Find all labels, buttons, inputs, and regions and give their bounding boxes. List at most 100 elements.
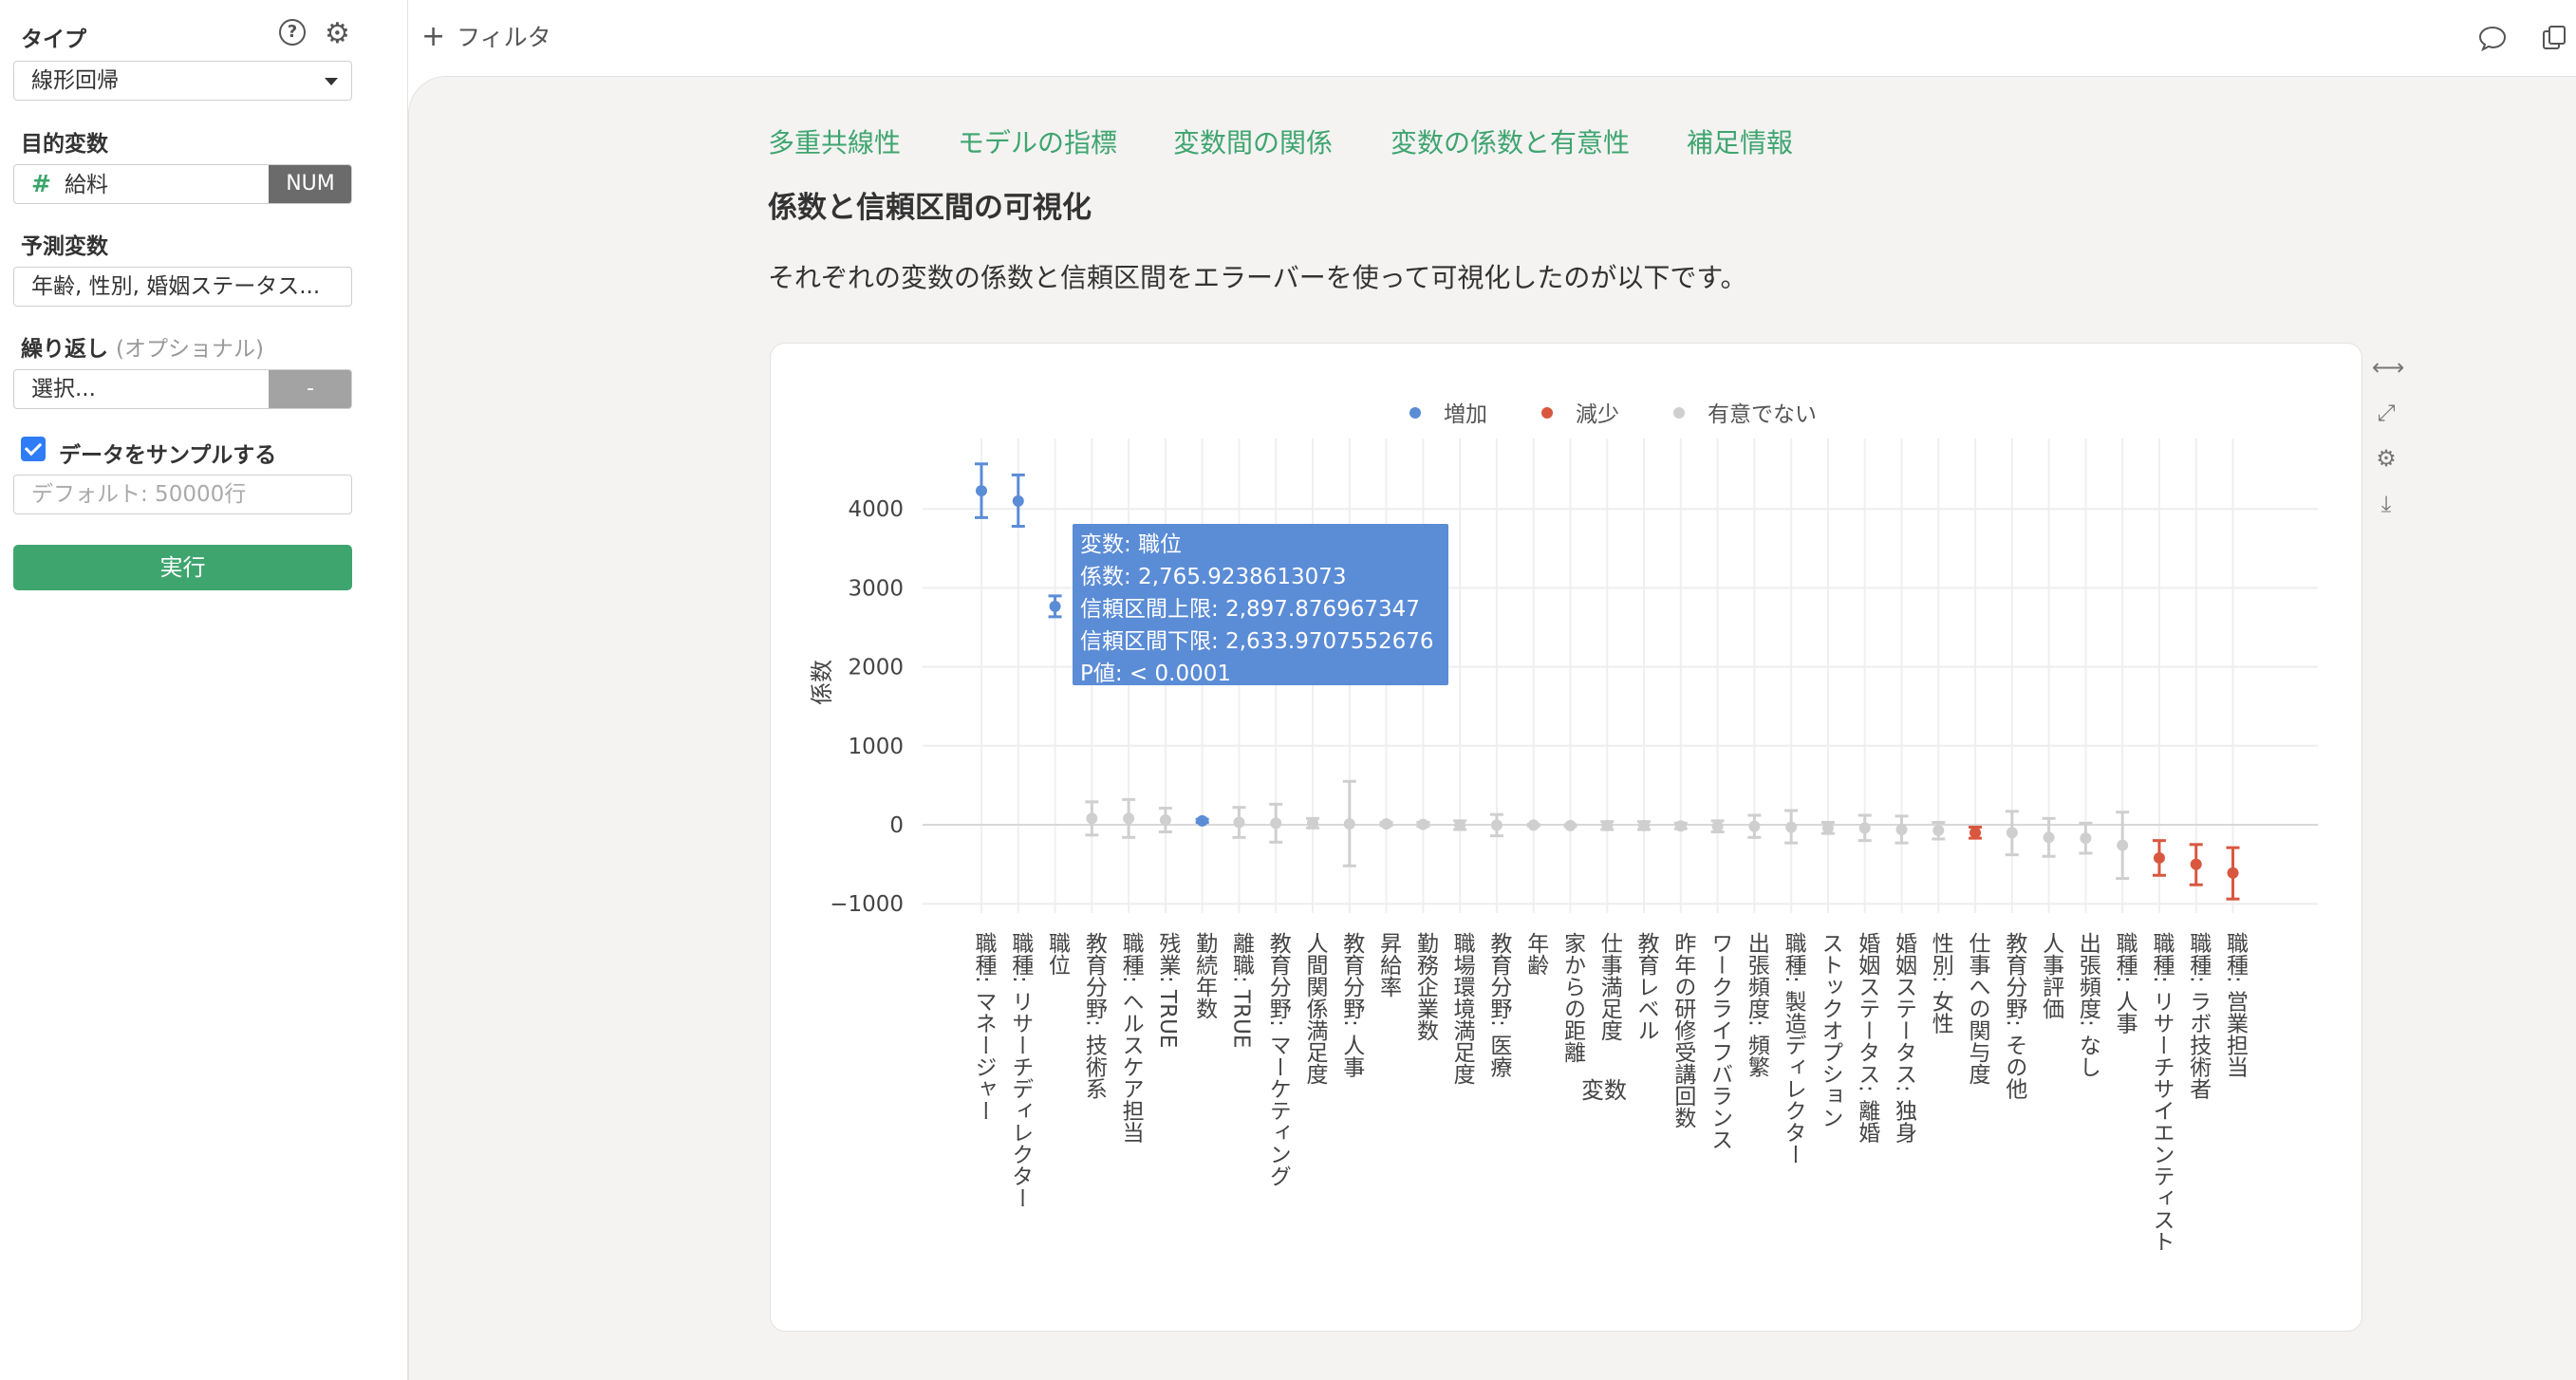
target-value: 給料	[64, 173, 108, 197]
data-point	[1748, 820, 1761, 832]
data-point	[1969, 827, 1982, 839]
x-tick-label: 教育分野: 人事	[1339, 932, 1366, 1077]
sample-checkbox[interactable]	[21, 437, 46, 461]
x-tick-label: 職種: マネージャー	[971, 932, 998, 1121]
data-point	[1086, 812, 1098, 825]
y-tick-label: 4000	[848, 497, 904, 522]
settings-icon[interactable]: ⚙	[2372, 445, 2400, 474]
x-tick-label: 出張頻度: なし	[2075, 932, 2101, 1077]
x-tick-label: 職種: 営業担当	[2223, 932, 2249, 1077]
x-tick-label: ストックオプション	[1818, 932, 1842, 1128]
data-point	[1417, 818, 1429, 830]
predictor-field[interactable]: 年齢, 性別, 婚姻ステータス...	[13, 267, 352, 307]
run-button[interactable]: 実行	[13, 545, 352, 590]
predictor-label: 予測変数	[21, 234, 108, 259]
legend-marker	[1409, 407, 1421, 419]
coefficient-chart[interactable]: 増加 減少 有意でない −1000 0 1000 2000 3000 4000 係数職種: マネー…	[771, 344, 2363, 1333]
data-point	[1159, 814, 1171, 827]
x-tick-label: 職種: ヘルスケア担当	[1118, 932, 1145, 1143]
download-icon[interactable]: ⤓	[2372, 491, 2400, 519]
repeat-label-text: 繰り返し	[21, 337, 108, 362]
data-point	[1527, 819, 1540, 831]
x-tick-label: 勤続年数	[1192, 932, 1219, 1019]
x-tick-label: 仕事への関与度	[1965, 932, 1991, 1085]
gear-icon[interactable]: ⚙	[325, 17, 350, 50]
resize-horizontal-icon[interactable]: ⟷	[2372, 354, 2404, 382]
x-tick-label: 職種: リサーチサイエンティスト	[2149, 932, 2175, 1252]
help-icon[interactable]: ?	[279, 19, 306, 46]
y-tick-label: 1000	[848, 735, 904, 759]
sample-size-input[interactable]: デフォルト: 50000行	[13, 475, 352, 514]
data-point	[1821, 822, 1834, 834]
copy-icon[interactable]	[2540, 23, 2570, 53]
sample-label: データをサンプルする	[59, 443, 277, 468]
x-tick-label: 性別: 女性	[1928, 932, 1954, 1034]
x-tick-label: 教育分野: 医療	[1486, 932, 1513, 1077]
top-bar: + フィルタ	[408, 0, 2576, 76]
tab-multicollinearity[interactable]: 多重共線性	[768, 122, 901, 160]
data-point	[1307, 817, 1319, 830]
x-tick-label: 婚姻ステータス: 独身	[1892, 932, 1918, 1143]
data-point	[1380, 818, 1392, 830]
tab-coefficients[interactable]: 変数の係数と有意性	[1391, 122, 1630, 160]
x-axis-title: 変数	[1581, 1077, 1627, 1104]
y-tick-label: 0	[889, 813, 904, 838]
data-point	[1196, 814, 1208, 827]
repeat-label: 繰り返し (オプショナル)	[21, 330, 264, 363]
data-point	[2227, 867, 2239, 879]
x-tick-label: ワークライフバランス	[1708, 932, 1733, 1150]
data-point	[2080, 832, 2092, 845]
tooltip-line: 変数: 職位	[1080, 532, 1182, 557]
numeric-hash-icon: #	[31, 170, 51, 197]
x-tick-label: 出張頻度: 頻繁	[1744, 932, 1770, 1077]
x-tick-label: 教育分野: その他	[2002, 932, 2028, 1099]
tab-model-metrics[interactable]: モデルの指標	[958, 122, 1117, 160]
data-point	[2153, 851, 2165, 864]
tooltip-line: 係数: 2,765.9238613073	[1080, 565, 1347, 589]
data-point	[1454, 819, 1466, 831]
data-point	[976, 485, 987, 497]
legend-label: 増加	[1444, 402, 1487, 427]
x-tick-label: 職種: 製造ディレクター	[1781, 932, 1807, 1165]
x-tick-label: 昨年の研修受講回数	[1671, 932, 1697, 1128]
legend-marker	[1541, 407, 1553, 419]
y-axis-title: 係数	[809, 660, 835, 705]
data-point	[1490, 819, 1503, 831]
data-point	[1270, 817, 1282, 830]
x-tick-label: 教育レベル	[1633, 932, 1660, 1041]
x-tick-label: 勤務企業数	[1412, 932, 1439, 1041]
repeat-select[interactable]: 選択... -	[13, 369, 352, 409]
legend-marker	[1673, 407, 1685, 419]
data-point	[2190, 858, 2202, 870]
type-select[interactable]: 線形回帰	[13, 61, 352, 101]
comment-icon[interactable]	[2477, 23, 2508, 53]
x-tick-label: 職場環境満足度	[1449, 932, 1476, 1085]
x-tick-label: 昇給率	[1376, 932, 1403, 998]
x-tick-label: 年齢	[1523, 932, 1549, 976]
data-point	[2006, 827, 2018, 839]
y-tick-label: −1000	[830, 892, 904, 917]
y-tick-label: 3000	[848, 576, 904, 601]
plus-icon: +	[421, 20, 446, 53]
tab-variable-relations[interactable]: 変数間の関係	[1173, 122, 1333, 160]
x-tick-label: 離職: TRUE	[1228, 932, 1255, 1048]
filter-button[interactable]: + フィルタ	[421, 19, 551, 53]
data-point	[2043, 831, 2055, 844]
x-tick-label: 職種: ラボ技術者	[2186, 932, 2212, 1099]
data-point	[1711, 820, 1724, 832]
data-point	[1233, 816, 1245, 829]
repeat-optional-text: (オプショナル)	[116, 337, 264, 362]
tooltip-line: 信頼区間上限: 2,897.876967347	[1080, 597, 1420, 622]
data-point	[1343, 818, 1355, 830]
x-tick-label: 人事評価	[2039, 932, 2065, 1019]
repeat-badge: -	[269, 370, 351, 408]
expand-icon[interactable]: ⤢	[2372, 400, 2400, 428]
sample-size-placeholder: デフォルト: 50000行	[31, 482, 247, 507]
target-label: 目的変数	[21, 132, 108, 157]
data-point	[1932, 824, 1945, 836]
tab-supplementary[interactable]: 補足情報	[1687, 122, 1793, 160]
settings-panel: タイプ ? ⚙ 線形回帰 目的変数 # 給料 NUM 予測変数 年齢, 性別, 婚…	[0, 0, 408, 1380]
data-point	[1564, 819, 1577, 831]
target-field[interactable]: # 給料 NUM	[13, 164, 352, 204]
x-tick-label: 家からの距離	[1559, 932, 1586, 1063]
